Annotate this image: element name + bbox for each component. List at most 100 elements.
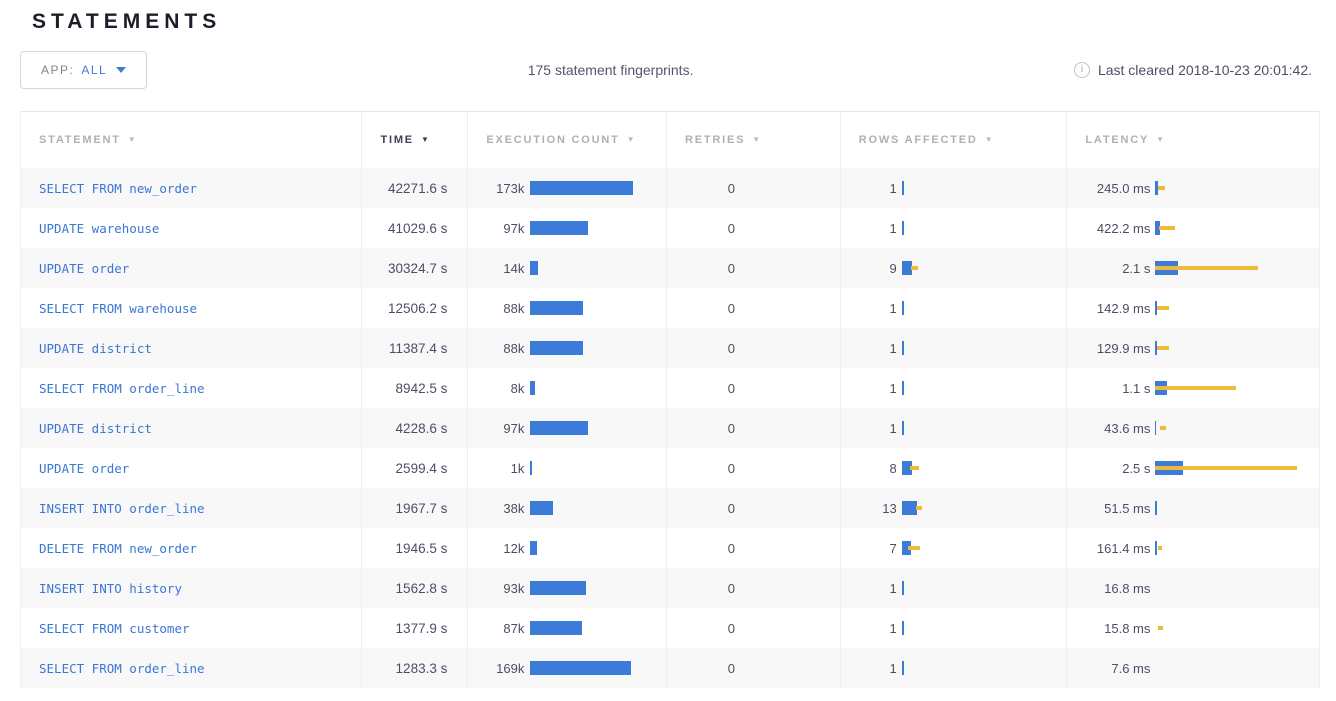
statement-link[interactable]: UPDATE order	[39, 261, 129, 276]
latency-cell: 51.5 ms	[1066, 488, 1319, 528]
execution-count-cell: 97k	[467, 408, 666, 448]
statement-cell: INSERT INTO order_line	[21, 488, 361, 528]
app-filter-label: APP:	[41, 63, 74, 77]
rows-affected-bar	[902, 461, 1067, 475]
rows-affected-value: 1	[841, 181, 897, 196]
column-header-statement[interactable]: STATEMENT▼	[21, 112, 361, 168]
statement-link[interactable]: INSERT INTO order_line	[39, 501, 205, 516]
retries-cell: 0	[666, 248, 840, 288]
rows-affected-bar	[902, 661, 1067, 675]
latency-bar	[1155, 661, 1319, 675]
statement-cell: UPDATE district	[21, 328, 361, 368]
execution-count-bar	[530, 181, 666, 195]
bar-mean	[902, 301, 904, 315]
info-icon[interactable]: i	[1074, 62, 1090, 78]
latency-value: 43.6 ms	[1067, 421, 1150, 436]
retries-cell: 0	[666, 288, 840, 328]
statement-link[interactable]: UPDATE warehouse	[39, 221, 159, 236]
time-cell: 1562.8 s	[361, 568, 467, 608]
execution-count-bar	[530, 461, 666, 475]
execution-count-bar	[530, 661, 666, 675]
retries-value: 0	[667, 381, 735, 396]
statement-cell: SELECT FROM warehouse	[21, 288, 361, 328]
retries-value: 0	[667, 421, 735, 436]
rows-affected-bar	[902, 301, 1067, 315]
bar-mean	[530, 261, 538, 275]
execution-count-value: 169k	[468, 661, 524, 676]
bar-stddev	[911, 266, 918, 270]
latency-bar	[1155, 181, 1319, 195]
latency-value: 51.5 ms	[1067, 501, 1150, 516]
column-header-execution-count[interactable]: EXECUTION COUNT▼	[467, 112, 666, 168]
statement-link[interactable]: UPDATE district	[39, 341, 152, 356]
retries-cell: 0	[666, 448, 840, 488]
latency-value: 1.1 s	[1067, 381, 1150, 396]
time-value: 41029.6 s	[388, 221, 447, 236]
column-header-label: LATENCY	[1085, 134, 1149, 146]
execution-count-bar	[530, 301, 666, 315]
table-row: UPDATE district4228.6 s97k0143.6 ms	[21, 408, 1319, 448]
bar-mean	[902, 661, 904, 675]
latency-bar	[1155, 301, 1319, 315]
column-header-retries[interactable]: RETRIES▼	[666, 112, 840, 168]
bar-stddev	[910, 466, 919, 470]
rows-affected-cell: 1	[840, 168, 1067, 208]
retries-value: 0	[667, 541, 735, 556]
statement-link[interactable]: SELECT FROM warehouse	[39, 301, 197, 316]
latency-cell: 129.9 ms	[1066, 328, 1319, 368]
execution-count-value: 97k	[468, 421, 524, 436]
retries-cell: 0	[666, 408, 840, 448]
latency-bar	[1155, 461, 1319, 475]
latency-value: 16.8 ms	[1067, 581, 1150, 596]
latency-bar	[1155, 541, 1319, 555]
statement-link[interactable]: SELECT FROM new_order	[39, 181, 197, 196]
table-row: SELECT FROM warehouse12506.2 s88k01142.9…	[21, 288, 1319, 328]
sort-arrow-icon: ▼	[421, 136, 431, 144]
statement-link[interactable]: SELECT FROM order_line	[39, 661, 205, 676]
app-filter-value: ALL	[81, 63, 107, 77]
time-cell: 1946.5 s	[361, 528, 467, 568]
statement-link[interactable]: INSERT INTO history	[39, 581, 182, 596]
table-row: INSERT INTO history1562.8 s93k0116.8 ms	[21, 568, 1319, 608]
latency-cell: 7.6 ms	[1066, 648, 1319, 688]
sort-arrow-icon: ▼	[752, 136, 762, 144]
latency-value: 129.9 ms	[1067, 341, 1150, 356]
bar-mean	[902, 221, 904, 235]
bar-stddev	[1158, 186, 1165, 190]
bar-mean	[902, 341, 904, 355]
column-header-time[interactable]: TIME▼	[361, 112, 467, 168]
statement-link[interactable]: DELETE FROM new_order	[39, 541, 197, 556]
statement-link[interactable]: UPDATE order	[39, 461, 129, 476]
bar-mean	[902, 501, 917, 515]
latency-bar	[1155, 381, 1319, 395]
last-cleared-block: i Last cleared 2018-10-23 20:01:42.	[1074, 62, 1316, 78]
column-header-rows-affected[interactable]: ROWS AFFECTED▼	[840, 112, 1067, 168]
rows-affected-bar	[902, 341, 1067, 355]
statement-link[interactable]: SELECT FROM customer	[39, 621, 190, 636]
execution-count-bar	[530, 541, 666, 555]
latency-cell: 2.1 s	[1066, 248, 1319, 288]
execution-count-cell: 169k	[467, 648, 666, 688]
retries-value: 0	[667, 261, 735, 276]
bar-stddev	[1157, 306, 1169, 310]
latency-cell: 43.6 ms	[1066, 408, 1319, 448]
rows-affected-value: 9	[841, 261, 897, 276]
bar-mean	[530, 661, 631, 675]
latency-value: 15.8 ms	[1067, 621, 1150, 636]
time-cell: 2599.4 s	[361, 448, 467, 488]
bar-stddev	[908, 546, 920, 550]
statement-count-summary: 175 statement fingerprints.	[147, 62, 1074, 78]
statement-link[interactable]: UPDATE district	[39, 421, 152, 436]
rows-affected-cell: 1	[840, 648, 1067, 688]
bar-mean	[530, 501, 553, 515]
bar-mean	[530, 461, 532, 475]
latency-bar	[1155, 421, 1319, 435]
execution-count-cell: 93k	[467, 568, 666, 608]
execution-count-bar	[530, 261, 666, 275]
app-filter-dropdown[interactable]: APP: ALL	[20, 51, 147, 89]
latency-value: 2.1 s	[1067, 261, 1150, 276]
rows-affected-value: 1	[841, 421, 897, 436]
latency-bar	[1155, 341, 1319, 355]
column-header-latency[interactable]: LATENCY▼	[1066, 112, 1319, 168]
statement-link[interactable]: SELECT FROM order_line	[39, 381, 205, 396]
